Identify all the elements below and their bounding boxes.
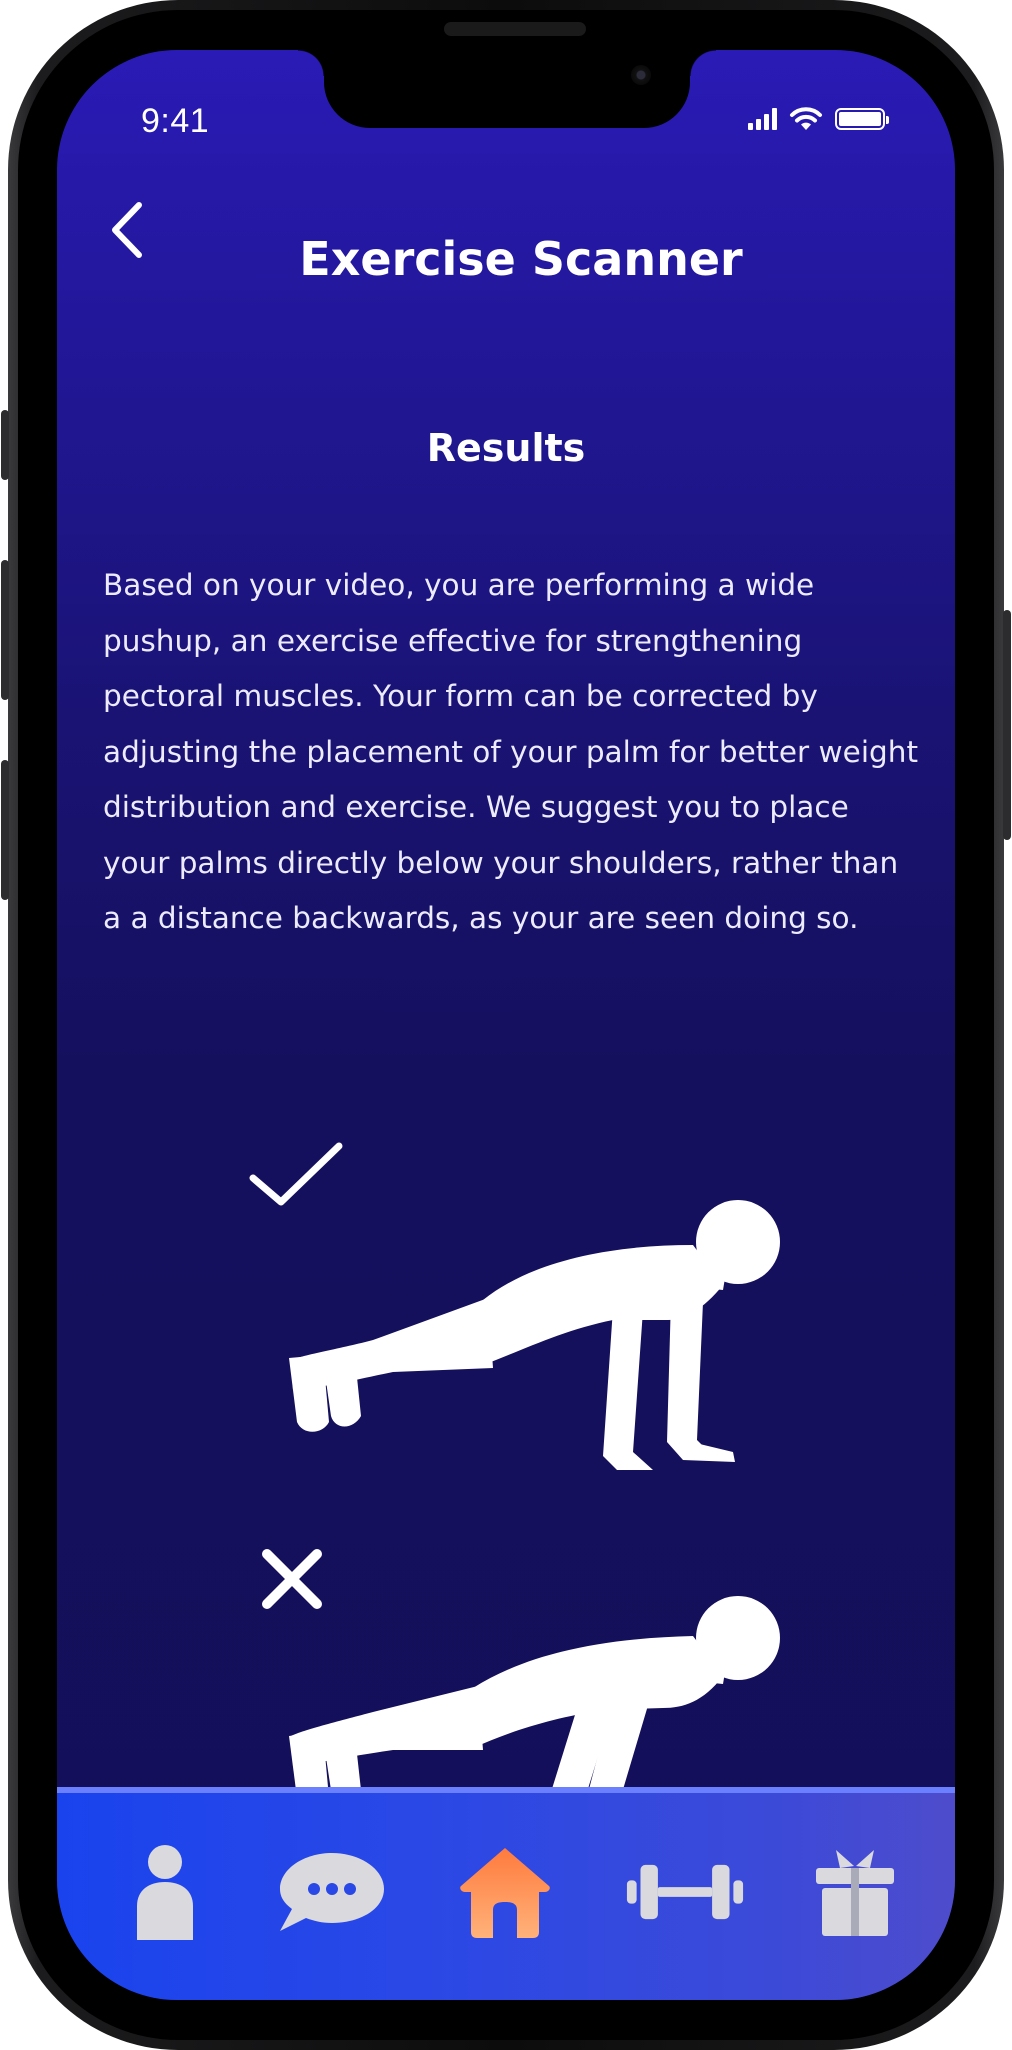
page-title: Exercise Scanner (299, 232, 743, 286)
dumbbell-icon (626, 1864, 744, 1920)
status-time: 9:41 (141, 102, 210, 140)
battery-icon (835, 108, 889, 130)
nav-chat[interactable] (272, 1837, 392, 1947)
nav-profile[interactable] (105, 1837, 225, 1947)
cellular-signal-icon (748, 108, 777, 130)
pushup-correct-form-figure (289, 1200, 780, 1470)
front-camera (631, 65, 651, 85)
speaker-grille (444, 22, 586, 36)
app-screen: 9:41 Exercise Scanner Results Based on y… (57, 50, 955, 2000)
notch (298, 50, 716, 128)
status-icons (748, 106, 889, 132)
volume-down-button (1, 760, 9, 900)
home-icon (460, 1848, 550, 1938)
nav-rewards[interactable] (795, 1837, 915, 1947)
nav-workouts[interactable] (625, 1837, 745, 1947)
person-icon (137, 1845, 193, 1940)
volume-up-button (1, 560, 9, 700)
gift-icon (816, 1850, 894, 1936)
power-button (1003, 610, 1011, 840)
nav-home[interactable] (445, 1837, 565, 1947)
silent-switch (1, 410, 9, 480)
chat-bubble-icon (280, 1853, 384, 1931)
bottom-navigation-bar (57, 1787, 955, 2000)
results-heading: Results (426, 426, 586, 470)
wifi-icon (790, 107, 822, 130)
result-description: Based on your video, you are performing … (103, 568, 919, 935)
